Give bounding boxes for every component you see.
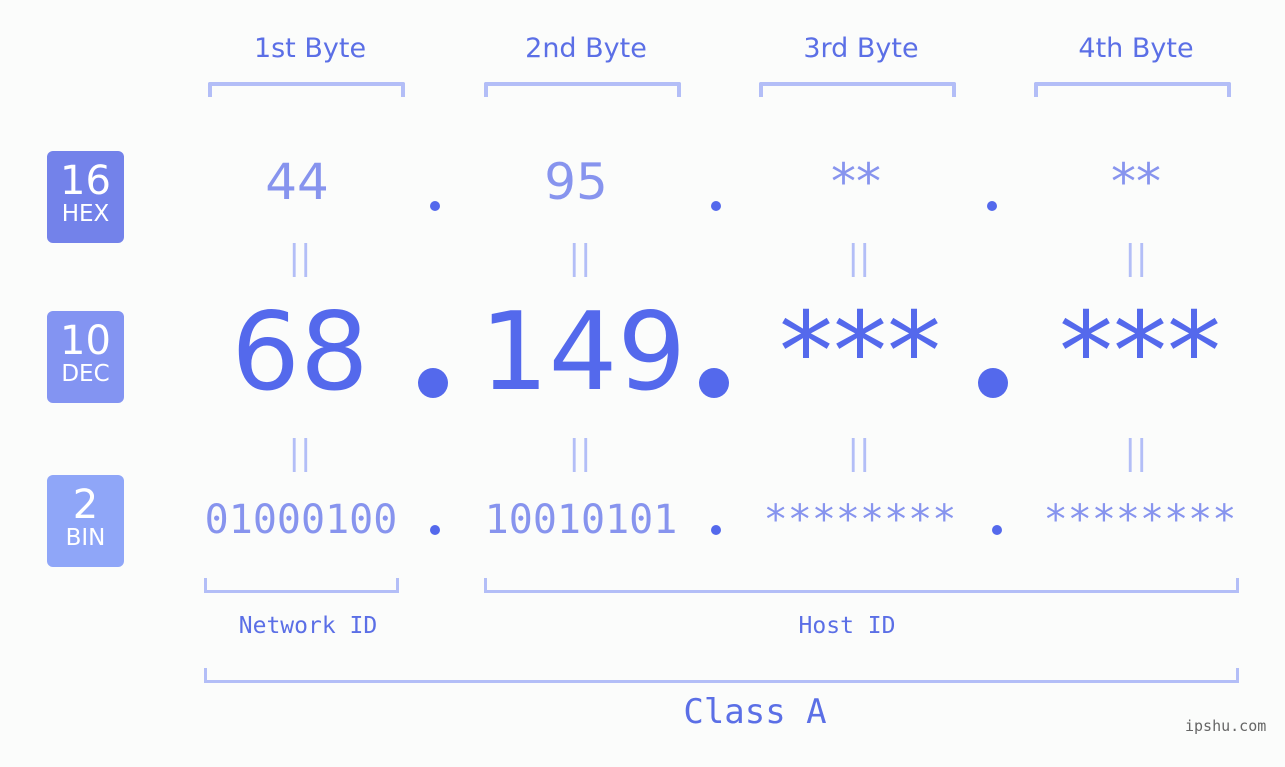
network-id-bracket <box>204 578 399 593</box>
bin-badge: 2 BIN <box>47 475 124 567</box>
watermark: ipshu.com <box>1185 717 1267 735</box>
bin-dot-3 <box>992 525 1002 535</box>
dec-byte-2: 149 <box>479 290 687 415</box>
dec-base-label: DEC <box>61 361 110 387</box>
hex-dot-2 <box>711 201 721 211</box>
dec-byte-4: *** <box>1059 290 1221 415</box>
dec-badge: 10 DEC <box>47 311 124 403</box>
bin-byte-4: ******** <box>1043 497 1237 543</box>
dec-byte-3: *** <box>779 290 941 415</box>
equals-sign: || <box>288 238 312 278</box>
hex-byte-2: 95 <box>544 153 608 211</box>
host-id-bracket <box>484 578 1239 593</box>
header-byte-4: 4th Byte <box>1078 33 1194 64</box>
hex-byte-1: 44 <box>265 153 329 211</box>
bin-byte-3: ******** <box>763 497 957 543</box>
equals-sign: || <box>1124 238 1148 278</box>
hex-dot-3 <box>987 201 997 211</box>
hex-byte-4: ** <box>1111 153 1161 211</box>
hex-dot-1 <box>430 201 440 211</box>
dec-dot-3 <box>978 368 1008 398</box>
bracket-byte-4 <box>1034 82 1231 97</box>
hex-base-label: HEX <box>61 201 110 227</box>
network-id-label: Network ID <box>238 613 378 639</box>
dec-base-number: 10 <box>60 318 111 364</box>
equals-sign: || <box>847 238 871 278</box>
dec-dot-1 <box>418 368 448 398</box>
header-byte-2: 2nd Byte <box>525 33 647 64</box>
bin-dot-1 <box>430 525 440 535</box>
equals-sign: || <box>847 433 871 473</box>
hex-base-number: 16 <box>60 158 111 204</box>
equals-sign: || <box>568 238 592 278</box>
class-bracket <box>204 668 1239 683</box>
equals-sign: || <box>1124 433 1148 473</box>
header-byte-1: 1st Byte <box>253 33 367 64</box>
dec-dot-2 <box>699 368 729 398</box>
bracket-byte-2 <box>484 82 681 97</box>
bracket-byte-1 <box>208 82 405 97</box>
bin-base-number: 2 <box>72 482 99 528</box>
bin-byte-1: 01000100 <box>204 497 398 543</box>
bin-byte-2: 10010101 <box>484 497 678 543</box>
hex-badge: 16 HEX <box>47 151 124 243</box>
dec-byte-1: 68 <box>231 290 369 415</box>
bin-dot-2 <box>711 525 721 535</box>
class-label: Class A <box>683 692 827 732</box>
bracket-byte-3 <box>759 82 956 97</box>
host-id-label: Host ID <box>798 613 896 639</box>
equals-sign: || <box>288 433 312 473</box>
equals-sign: || <box>568 433 592 473</box>
bin-base-label: BIN <box>65 525 106 551</box>
hex-byte-3: ** <box>831 153 881 211</box>
header-byte-3: 3rd Byte <box>803 33 919 64</box>
